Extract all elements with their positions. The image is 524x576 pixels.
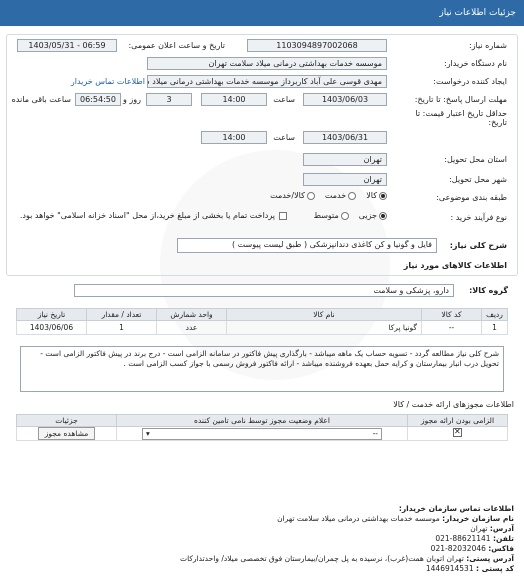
need-number-label: شماره نیاز: [469, 41, 507, 50]
cell-name: گونیا پرکا [226, 320, 422, 335]
goods-group-field: دارو، پزشکی و سلامت [74, 284, 454, 297]
validity-time-field: 14:00 [201, 131, 267, 144]
payment-note: پرداخت تمام یا بخشی از مبلغ خرید،از محل … [20, 211, 287, 220]
process-radio-group: جزیی متوسط [314, 211, 387, 220]
goods-table: ردیف کد کالا نام کالا واحد شمارش تعداد /… [16, 308, 508, 335]
announce-field: 1403/05/31 - 06:59 [17, 39, 117, 52]
validity-time-label: ساعت [273, 133, 295, 142]
cell-idx: 1 [481, 320, 508, 335]
permits-table: الزامی بودن ارائه مجوز اعلام وضعیت مجوز … [16, 414, 508, 441]
need-number-field: 1103094897002068 [247, 39, 387, 52]
col-name: نام کالا [226, 308, 422, 321]
category-option-service[interactable]: خدمت [325, 191, 357, 200]
view-permit-button[interactable]: مشاهده مجوز [37, 427, 96, 440]
contact-address-row: آدرس: تهران [470, 524, 514, 533]
category-option-goods[interactable]: کالا [366, 191, 387, 200]
days-label: روز و [123, 95, 141, 104]
remaining-label: ساعت باقی مانده [11, 95, 71, 104]
process-label: نوع فرآیند خرید : [450, 213, 507, 222]
buyer-field: موسسه خدمات بهداشتی درمانی میلاد سلامت ت… [147, 57, 387, 70]
buyer-notes-box: شرح کلی نیاز مطالعه گردد - تسویه حساب یک… [20, 346, 504, 392]
validity-date-field: 1403/06/31 [303, 131, 387, 144]
permits-table-wrap: الزامی بودن ارائه مجوز اعلام وضعیت مجوز … [16, 414, 508, 441]
table-row: ✕ -- ▾ مشاهده مجوز [16, 426, 508, 441]
goods-section-title: اطلاعات کالاهای مورد نیاز [403, 261, 507, 270]
contact-phone-row: تلفن: 88621141-021 [435, 534, 514, 543]
col-details: جزئیات [16, 414, 117, 427]
summary-field: فایل و گونیا و کن کاغذی دندانپزشکی ( طبق… [177, 238, 437, 253]
city-label: شهر محل تحویل: [449, 175, 507, 184]
reply-date-field: 1403/06/03 [303, 93, 387, 106]
chevron-down-icon: ▾ [146, 429, 150, 438]
page-header: جزئیات اطلاعات نیاز [0, 0, 524, 26]
table-row: 1 -- گونیا پرکا عدد 1 1403/06/06 [16, 320, 508, 335]
cell-date: 1403/06/06 [16, 320, 87, 335]
province-field: تهران [303, 153, 387, 166]
goods-table-header: ردیف کد کالا نام کالا واحد شمارش تعداد /… [16, 308, 508, 321]
cell-code: -- [421, 320, 482, 335]
col-code: کد کالا [421, 308, 482, 321]
validity-label: حداقل تاریخ اعتبار قیمت: تا تاریخ: [415, 109, 507, 127]
buyer-contact-section: اطلاعات تماس سازمان خریدار: نام سازمان خ… [10, 504, 514, 574]
category-label: طبقه بندی موضوعی: [436, 193, 507, 202]
process-option-partial[interactable]: جزیی [359, 211, 387, 220]
permit-status-select[interactable]: -- ▾ [142, 427, 382, 440]
col-idx: ردیف [481, 308, 508, 321]
permits-section-title: اطلاعات مجوزهای ارائه خدمت / کالا [393, 400, 514, 409]
city-field: تهران [303, 173, 387, 186]
radio-icon[interactable] [306, 191, 315, 200]
radio-icon[interactable] [379, 191, 387, 200]
cell-status: -- ▾ [116, 426, 408, 441]
goods-group-label: گروه کالا: [469, 286, 508, 295]
permit-required-checkbox: ✕ [453, 427, 462, 437]
category-option-both[interactable]: کالا/خدمت [270, 191, 315, 200]
province-label: استان محل تحویل: [444, 155, 507, 164]
contact-postal-address-row: آدرس پستی: تهران اتوبان همت(غرب)، نرسیده… [180, 554, 514, 563]
contact-postal-code-row: کد پستی : 1446914531 [425, 564, 514, 573]
payment-note-text: پرداخت تمام یا بخشی از مبلغ خرید،از محل … [19, 211, 275, 220]
time-remaining-field: 06:54:50 [75, 93, 121, 106]
col-required: الزامی بودن ارائه مجوز [407, 414, 508, 427]
creator-field: مهدی قوسی علی آباد کاربرداز موسسه خدمات … [147, 75, 387, 88]
contact-org-row: نام سازمان خریدار: موسسه خدمات بهداشتی د… [277, 514, 514, 523]
reply-deadline-label: مهلت ارسال پاسخ: تا تاریخ: [414, 95, 507, 104]
summary-label: شرح کلی نیاز: [449, 241, 507, 250]
cell-required: ✕ [407, 426, 508, 441]
col-qty: تعداد / مقدار [86, 308, 157, 321]
cell-qty: 1 [86, 320, 157, 335]
payment-checkbox[interactable] [279, 211, 287, 220]
permits-table-header: الزامی بودن ارائه مجوز اعلام وضعیت مجوز … [16, 414, 508, 427]
process-option-medium[interactable]: متوسط [314, 211, 349, 220]
radio-icon[interactable] [379, 211, 387, 220]
radio-icon[interactable] [348, 191, 357, 200]
reply-time-label: ساعت [273, 95, 295, 104]
category-radio-group: کالا خدمت کالا/خدمت [270, 191, 387, 200]
col-unit: واحد شمارش [156, 308, 227, 321]
creator-label: ایجاد کننده درخواست: [433, 77, 507, 86]
col-date: تاریخ نیاز [16, 308, 87, 321]
cell-details: مشاهده مجوز [16, 426, 117, 441]
buyer-label: نام دستگاه خریدار: [444, 59, 507, 68]
reply-time-field: 14:00 [201, 93, 267, 106]
buyer-contact-link[interactable]: اطلاعات تماس خریدار [71, 77, 145, 86]
days-remaining-field: 3 [146, 93, 192, 106]
contact-title: اطلاعات تماس سازمان خریدار: [398, 504, 514, 513]
contact-fax-row: فاکس: 82032046-021 [430, 544, 514, 553]
goods-table-wrap: ردیف کد کالا نام کالا واحد شمارش تعداد /… [16, 308, 508, 335]
cell-unit: عدد [156, 320, 227, 335]
radio-icon[interactable] [340, 211, 349, 220]
col-status: اعلام وضعیت مجوز توسط نامی تامین کننده [116, 414, 408, 427]
announce-label: تاریخ و ساعت اعلان عمومی: [128, 41, 225, 50]
need-details-panel: شماره نیاز: 1103094897002068 تاریخ و ساع… [6, 34, 518, 276]
page-title: جزئیات اطلاعات نیاز [439, 8, 516, 18]
x-icon: ✕ [454, 427, 461, 436]
